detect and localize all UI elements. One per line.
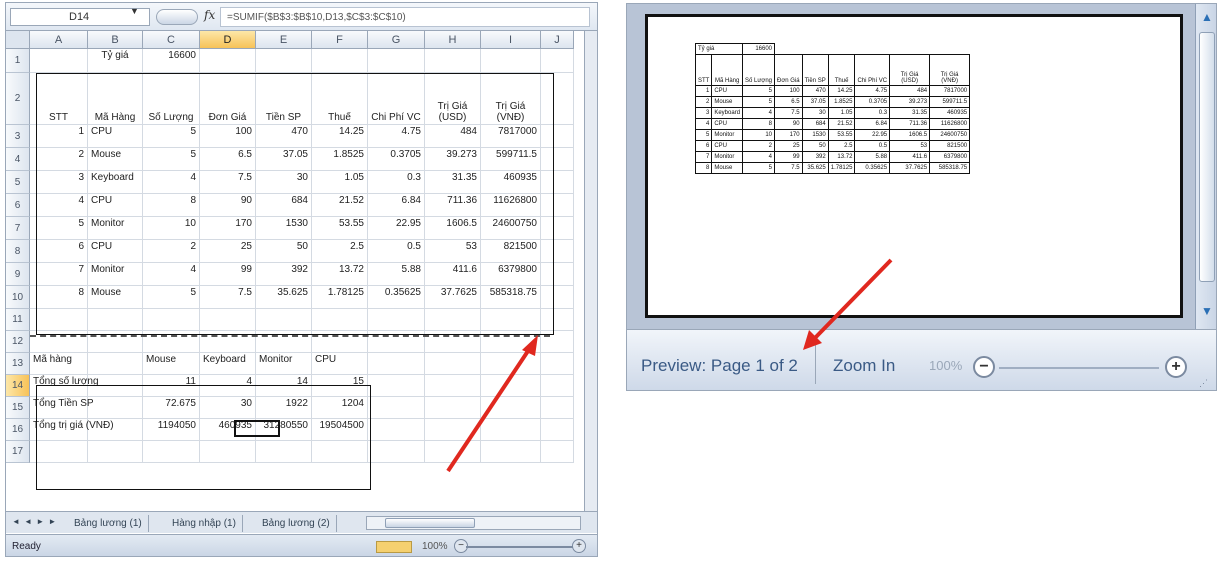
arrow-annotation-2 bbox=[803, 258, 893, 350]
arrow-icon bbox=[446, 343, 534, 473]
arrow-annotation-1 bbox=[446, 335, 538, 473]
excel-window: D14 ▼ fx =SUMIF($B$3:$B$10,D13,$C$3:$C$1… bbox=[5, 2, 598, 557]
arrow-icon bbox=[811, 258, 893, 342]
print-preview-window: Tỷ giá 16600 STT Mã Hàng Số Lượng Đơn Giá Tiền… bbox=[626, 3, 1217, 391]
